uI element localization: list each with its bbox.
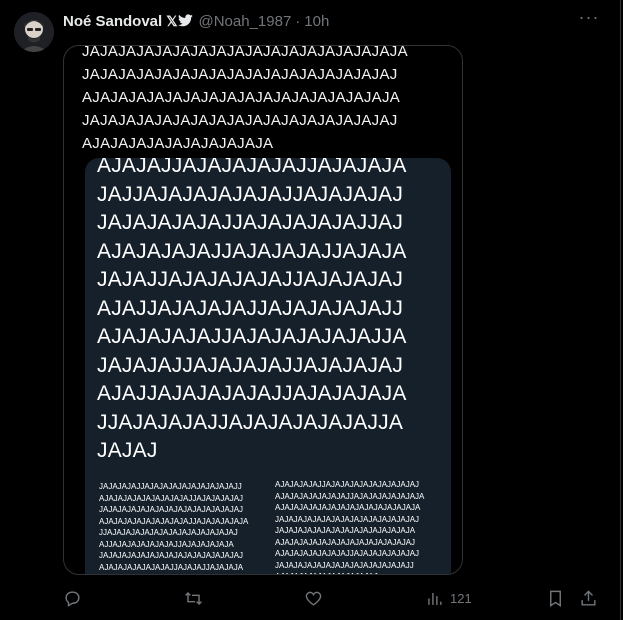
share-icon <box>581 589 596 606</box>
text-line: JAJAJAJAJJAJAJAJAJAJAJAJAJAJAJJ <box>99 482 242 491</box>
media-inner-screenshot: AJAJAJJAJAJAJAJAJJAJAJAJA JAJJAJAJAJAJAJA… <box>85 158 451 574</box>
avatar[interactable] <box>14 12 54 52</box>
bookmark-icon <box>550 590 561 607</box>
share-button[interactable] <box>579 586 598 610</box>
text-line: AJAJAJAJAJJAJAJAJAJAJAJJA <box>97 325 407 348</box>
views-button[interactable]: 121 <box>425 586 472 610</box>
like-icon <box>305 591 322 606</box>
media-top-text: JAJAJAJAJAJAJAJAJAJAJAJAJAJAJAJAJAJA JAJA… <box>82 45 452 155</box>
views-icon <box>428 592 442 605</box>
reply-icon <box>65 590 80 607</box>
text-line: AJAJJAJAJAJAJJAJAJAJAJAJJ <box>97 296 404 320</box>
tweet-actions: 121 <box>63 586 608 610</box>
text-line: AJAJJAJAJAJAJAJJAJAJAJAJA <box>97 382 407 405</box>
text-line: AJAJAJAJAJAJAJAJAJAJAJAJAJAJAJAJAJA <box>82 89 401 106</box>
text-line: JAJAJAJAJAJAJAJAJAJAJAJAJAJAJAJ <box>99 505 244 514</box>
text-line: JAJJAJAJAJAJAJAJJAJAJAJAJ <box>97 182 404 206</box>
bookmark-button[interactable] <box>546 586 565 610</box>
views-count: 121 <box>450 590 472 606</box>
text-line: AJAJAJAJAJJAJAJAJAJJAJAJA <box>97 239 407 263</box>
text-line: JAJAJAJAJAJAJAJAJAJAJAJAJAJAJAJAJAJ <box>82 66 398 83</box>
text-line: AJJAJAJAJAJAJAJAJJAJAJAJAJAJA <box>99 539 234 549</box>
like-button[interactable] <box>304 586 323 610</box>
author-name[interactable]: Noé Sandoval <box>63 13 162 30</box>
text-line: AJAJAJAJAJAJAJAJJAJAJAJAJAJAJAJA <box>275 491 425 501</box>
media-big-text: AJAJAJJAJAJAJAJAJJAJAJAJA JAJJAJAJAJAJAJA… <box>97 158 447 466</box>
text-line: AJAJAJAJAJAJAJAJAJAJAJ <box>275 571 445 574</box>
retweet-icon <box>185 591 202 605</box>
text-line: JAJAJAJAJAJJAJAJAJAJAJJAJ <box>97 211 404 234</box>
text-line: AJAJAJAJAJAJAJAJJAJAJAJAJAJAJAJ <box>275 549 420 558</box>
text-line: AJAJAJAJAJAJAJAJAJAJA <box>82 135 274 152</box>
x-badge-icon: 𝕏 <box>166 12 178 29</box>
reply-button[interactable] <box>63 586 82 610</box>
tweet-media[interactable]: JAJAJAJAJAJAJAJAJAJAJAJAJAJAJAJAJAJA JAJA… <box>63 45 463 575</box>
text-line: JJAJAJAJAJJAJAJAJAJAJAJJA <box>97 410 404 434</box>
text-line: JAJAJAJAJAJAJAJAJAJAJAJAJAJAJA <box>275 526 416 535</box>
media-small-text-left: JAJAJAJAJJAJAJAJAJAJAJAJAJAJAJJ AJAJAJAJA… <box>99 481 269 574</box>
more-options-icon[interactable]: ··· <box>578 8 600 32</box>
text-line: JAJAJAJAJAJAJAJAJAJAJAJAJAJAJ <box>99 573 269 574</box>
text-line: AJAJAJAJAJAJAJAJAJAJAJAJAJAJAJA <box>275 503 421 512</box>
text-line: AJAJAJAJAJJAJAJAJAJAJAJAJAJAJAJ <box>275 480 420 489</box>
timestamp[interactable]: 10h <box>304 13 329 30</box>
bird-icon <box>178 13 194 29</box>
text-line: JAJAJAJAJAJAJAJAJAJAJAJAJAJAJAJAJAJA <box>82 45 408 60</box>
avatar-illustration-icon <box>14 12 54 52</box>
author-handle[interactable]: @Noah_1987 <box>198 13 291 30</box>
text-line: JAJAJAJAJAJAJAJAJAJAJAJAJAJAJAJAJAJ <box>82 112 398 129</box>
retweet-button[interactable] <box>184 586 203 610</box>
text-line: AJAJAJAJAJAJAJAJAJAJAJAJAJAJAJ <box>275 537 416 547</box>
text-line: AJAJAJJAJAJAJAJAJJAJAJAJA <box>97 158 407 177</box>
media-small-text-right: AJAJAJAJAJJAJAJAJAJAJAJAJAJAJAJ AJAJAJAJA… <box>275 479 445 574</box>
text-line: JAJAJAJAJAJAJAJAJAJAJAJAJAJAJAJ <box>275 514 420 524</box>
tweet-header: Noé Sandoval 𝕏 @Noah_1987 · 10h <box>63 11 329 31</box>
text-line: JAJAJAJAJAJAJAJAJAJAJAJAJAJAJAJ <box>99 551 244 560</box>
text-line: JAJAJAJAJAJAJAJAJAJAJAJAJAJAJJ <box>275 560 414 570</box>
separator-dot: · <box>295 12 301 30</box>
text-line: JJAJAJAJAJAJAJAJAJAJAJAJAJAJAJ <box>99 528 238 537</box>
text-line: AJAJAJAJAJAJAJAJJAJAJAJJAJAJAJA <box>99 562 244 572</box>
text-line: AJAJAJAJAJAJAJAJAJAJJAJAJAJAJAJA <box>99 516 249 526</box>
text-line: AJAJAJAJAJAJAJAJAJAJJAJAJAJAJAJ <box>99 493 244 503</box>
tweet[interactable]: Noé Sandoval 𝕏 @Noah_1987 · 10h ··· JAJA… <box>0 0 621 620</box>
text-line: JAJAJAJJAJAJAJAJJAJAJAJAJ <box>97 353 404 377</box>
text-line: JAJAJJAJAJAJAJAJJAJAJAJAJ <box>97 268 404 291</box>
text-line: JAJAJ <box>97 439 158 462</box>
